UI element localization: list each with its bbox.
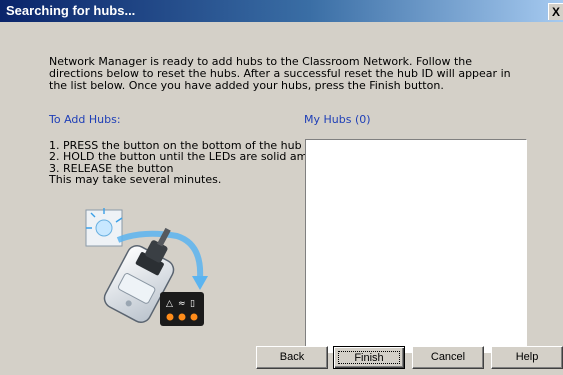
finish-button-label: Finish bbox=[338, 351, 400, 364]
led-panel: △ ≈ ▯ bbox=[160, 292, 204, 326]
hub-reset-illustration: △ ≈ ▯ bbox=[85, 208, 208, 326]
help-button[interactable]: Help bbox=[491, 346, 563, 369]
step-2: 2. HOLD the button until the LEDs are so… bbox=[49, 150, 326, 164]
cancel-button[interactable]: Cancel bbox=[412, 346, 484, 369]
intro-text: Network Manager is ready to add hubs to … bbox=[49, 55, 511, 92]
window-title: Searching for hubs... bbox=[6, 3, 136, 18]
svg-text:▯: ▯ bbox=[190, 299, 195, 309]
instruction-steps: 1. PRESS the button on the bottom of the… bbox=[49, 140, 326, 186]
back-button[interactable]: Back bbox=[256, 346, 328, 369]
to-add-hubs-heading: To Add Hubs: bbox=[49, 113, 121, 126]
svg-text:≈: ≈ bbox=[178, 299, 186, 309]
button-press-inset bbox=[85, 208, 123, 247]
title-bar: Searching for hubs... X bbox=[0, 0, 563, 22]
finish-button[interactable]: Finish bbox=[333, 346, 405, 369]
svg-text:△: △ bbox=[166, 299, 173, 309]
step-note: This may take several minutes. bbox=[49, 172, 222, 186]
close-button[interactable]: X bbox=[548, 3, 563, 20]
my-hubs-heading: My Hubs (0) bbox=[304, 113, 371, 126]
hubs-list[interactable] bbox=[305, 139, 527, 353]
